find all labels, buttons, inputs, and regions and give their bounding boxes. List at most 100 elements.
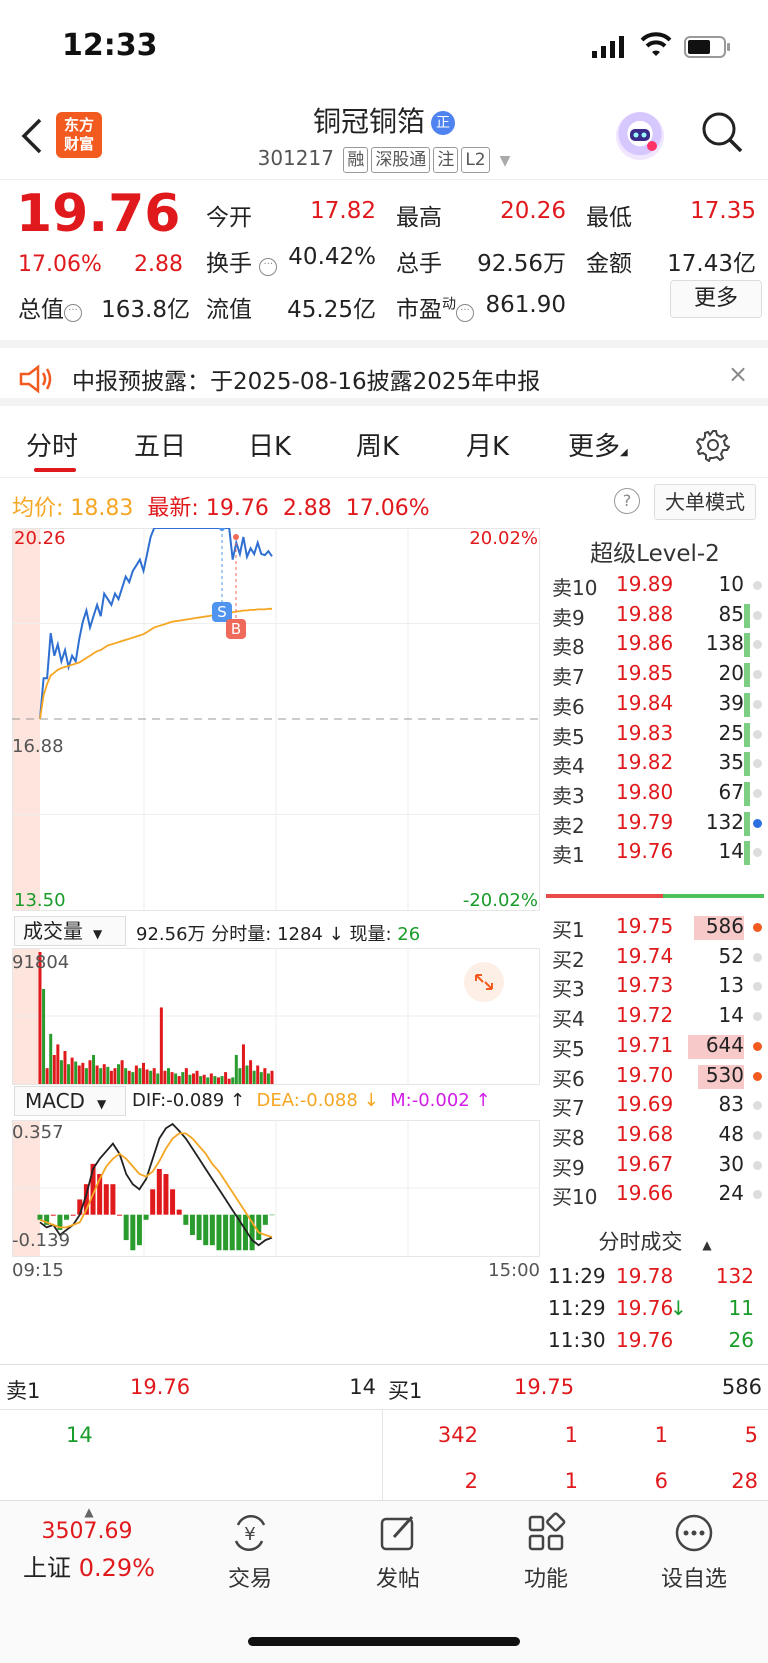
speaker-icon: [19, 364, 52, 394]
order-price: 19.67: [616, 1151, 674, 1176]
volume-bar: [149, 1070, 153, 1084]
volume-bar: [188, 1074, 192, 1084]
intraday-chart[interactable]: SB 20.26 16.88 13.50 20.02% -20.02% 成交量 ▼…: [12, 525, 540, 1362]
ask-row[interactable]: 卖2 19.79 132: [542, 808, 768, 838]
more-circle-icon: [675, 1514, 713, 1552]
volume-bar: [744, 663, 750, 688]
market-cap-value: 163.8亿: [101, 297, 190, 323]
status-dot: [753, 759, 762, 769]
volume-bar: [102, 1064, 106, 1084]
volume-bar: [220, 1076, 224, 1084]
indicator-select-macd[interactable]: MACD ▼: [14, 1086, 126, 1116]
avg-label: 均价:: [12, 496, 64, 521]
expand-button[interactable]: [464, 962, 504, 1002]
ask-row[interactable]: 卖9 19.88 85: [542, 600, 768, 630]
robot-icon: [630, 129, 657, 151]
order-price: 19.68: [616, 1121, 674, 1146]
order-price: 19.70: [616, 1062, 674, 1087]
ask-row[interactable]: 卖1 19.76 14: [542, 837, 768, 867]
bid-row[interactable]: 买6 19.70 530: [542, 1061, 768, 1091]
high-label: 最高: [396, 205, 442, 231]
order-price: 19.76: [616, 839, 674, 864]
ask-row[interactable]: 卖8 19.86 138: [542, 629, 768, 659]
bid-row[interactable]: 买9 19.67 30: [542, 1150, 768, 1180]
bid-row[interactable]: 买4 19.72 14: [542, 1001, 768, 1031]
order-level-label: 买5: [552, 1036, 585, 1061]
order-level-label: 买6: [552, 1066, 585, 1091]
tab-weekly-k[interactable]: 周K: [356, 426, 399, 463]
gear-icon[interactable]: [696, 428, 730, 462]
buy-marker-dot: [233, 534, 239, 541]
chevron-down-icon: ▼: [96, 1097, 107, 1111]
search-icon[interactable]: [700, 110, 744, 154]
status-dot: [753, 952, 762, 962]
bid-row[interactable]: 买5 19.71 644: [542, 1031, 768, 1061]
ask-row[interactable]: 卖6 19.84 39: [542, 689, 768, 719]
volume-bar: [744, 781, 750, 806]
volume-bar: [231, 1077, 235, 1084]
nav-post[interactable]: 发帖: [338, 1511, 458, 1593]
tab-five-day[interactable]: 五日: [134, 426, 186, 463]
volume-bar: [67, 1064, 71, 1084]
ai-assistant-avatar[interactable]: [616, 112, 664, 160]
bid-row[interactable]: 买3 19.73 13: [542, 971, 768, 1001]
home-indicator: [248, 1637, 520, 1646]
ask-row[interactable]: 卖3 19.80 67: [542, 778, 768, 808]
order-volume: 138: [705, 631, 744, 656]
ask-row[interactable]: 卖10 19.89 10: [542, 570, 768, 600]
m-label: M:: [390, 1090, 412, 1111]
volume-bar: [45, 1068, 49, 1084]
order-level-label: 卖1: [552, 843, 585, 868]
buy-queue-item: 342: [437, 1423, 478, 1447]
macd-bar: [150, 1189, 156, 1215]
index-ticker[interactable]: ▲ 3507.69 上证 0.29%: [0, 1505, 178, 1583]
volume-bar: [170, 1072, 174, 1084]
order-volume: 644: [705, 1032, 744, 1057]
ask-row[interactable]: 卖7 19.85 20: [542, 659, 768, 689]
up-arrow-icon: ↑: [475, 1090, 491, 1111]
nav-functions[interactable]: 功能: [486, 1511, 606, 1593]
bid-row[interactable]: 买2 19.74 52: [542, 942, 768, 972]
turnover-label[interactable]: 换手 ···: [206, 244, 278, 278]
intraday-info-line: 均价: 18.83 最新: 19.76 2.88 17.06%: [12, 490, 430, 522]
market-cap-label[interactable]: 总值 ···: [18, 290, 82, 324]
big-order-mode-button[interactable]: 大单模式: [654, 484, 756, 520]
status-dot: [753, 982, 762, 992]
ask-row[interactable]: 卖5 19.83 25: [542, 719, 768, 749]
nav-trade[interactable]: ¥ 交易: [190, 1511, 310, 1593]
volume-bar: [238, 1068, 242, 1084]
level2-title: 超级Level-2: [590, 541, 720, 567]
indicator-select-volume[interactable]: 成交量 ▼: [14, 916, 126, 946]
tab-more[interactable]: 更多◢: [568, 426, 628, 463]
bid-row[interactable]: 买8 19.68 48: [542, 1120, 768, 1150]
ask-row[interactable]: 卖4 19.82 35: [542, 748, 768, 778]
nav-add-watchlist[interactable]: 设自选: [634, 1511, 754, 1593]
dropdown-triangle-icon[interactable]: ▼: [500, 153, 511, 169]
tab-monthly-k[interactable]: 月K: [466, 426, 509, 463]
level2-panel[interactable]: 超级Level-2 卖10 19.89 10 卖9 19.88 85 卖8 19.86 138 卖…: [542, 528, 768, 1362]
status-time: 12:33: [62, 28, 158, 63]
macd-bar: [256, 1214, 262, 1241]
sell-marker-label: S: [217, 603, 227, 621]
ticks-title[interactable]: 分时成交 ▲: [542, 1226, 768, 1256]
tick-volume: 26: [728, 1328, 754, 1352]
close-icon[interactable]: ×: [728, 360, 748, 388]
bid-row[interactable]: 买10 19.66 24: [542, 1179, 768, 1209]
tick-price: 19.76: [616, 1296, 674, 1320]
tab-intraday[interactable]: 分时: [26, 426, 78, 463]
tab-daily-k[interactable]: 日K: [248, 426, 291, 463]
status-dot: [753, 1071, 762, 1081]
order-price: 19.80: [616, 779, 674, 804]
volume-bar: [134, 1065, 138, 1084]
volume-bar: [191, 1073, 195, 1084]
help-icon[interactable]: ?: [614, 488, 640, 514]
volume-bar: [88, 1060, 92, 1084]
pe-label[interactable]: 市盈动 ···: [396, 290, 474, 324]
notice-banner[interactable]: 中报预披露：于2025-08-16披露2025年中报 ×: [0, 340, 768, 406]
more-button[interactable]: 更多: [670, 280, 762, 318]
queue-buy-price: 19.75: [514, 1375, 575, 1399]
tick-time: 11:30: [548, 1328, 606, 1352]
bid-row[interactable]: 买1 19.75 586: [542, 912, 768, 942]
bid-row[interactable]: 买7 19.69 83: [542, 1090, 768, 1120]
volume-bar: [245, 1065, 249, 1084]
